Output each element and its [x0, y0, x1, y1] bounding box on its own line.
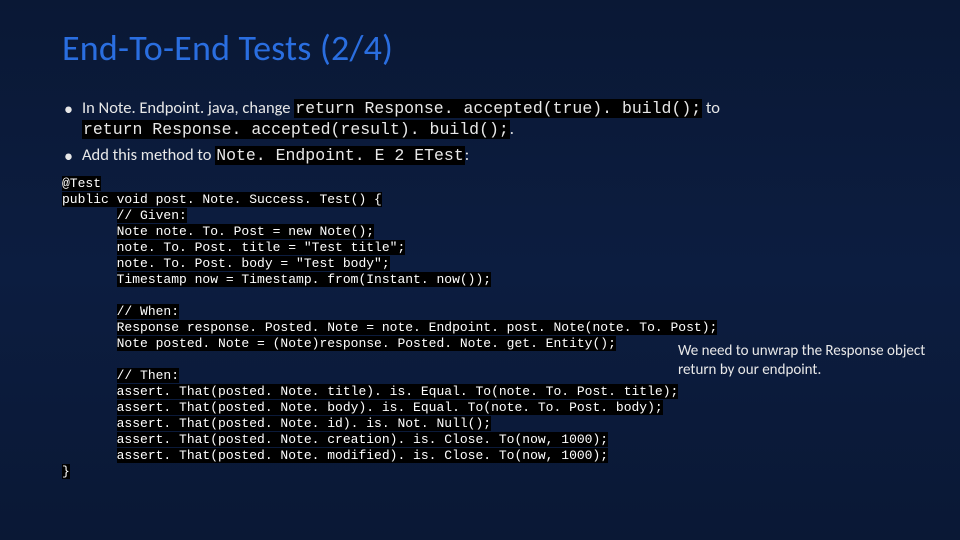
bullet-2-code-1: Note. Endpoint. E 2 ETest: [215, 146, 465, 165]
bullet-1-code-1: return Response. accepted(true). build()…: [294, 99, 702, 118]
slide-title: End-To-End Tests (2/4): [62, 26, 902, 70]
bullet-2: Add this method to Note. Endpoint. E 2 E…: [62, 145, 902, 166]
bullet-2-pre: Add this method to: [82, 145, 215, 165]
bullet-1-pre: In Note. Endpoint. java, change: [82, 98, 294, 118]
bullet-list: In Note. Endpoint. java, change return R…: [62, 98, 902, 166]
bullet-1-code-2: return Response. accepted(result). build…: [82, 120, 510, 139]
bullet-2-post: :: [465, 145, 469, 165]
bullet-1-mid: to: [702, 98, 720, 118]
bullet-1: In Note. Endpoint. java, change return R…: [62, 98, 902, 141]
code-area: @Test public void post. Note. Success. T…: [62, 176, 902, 480]
code-block: @Test public void post. Note. Success. T…: [62, 176, 902, 480]
bullet-1-post: .: [510, 119, 514, 139]
annotation-text: We need to unwrap the Response object re…: [678, 342, 928, 380]
